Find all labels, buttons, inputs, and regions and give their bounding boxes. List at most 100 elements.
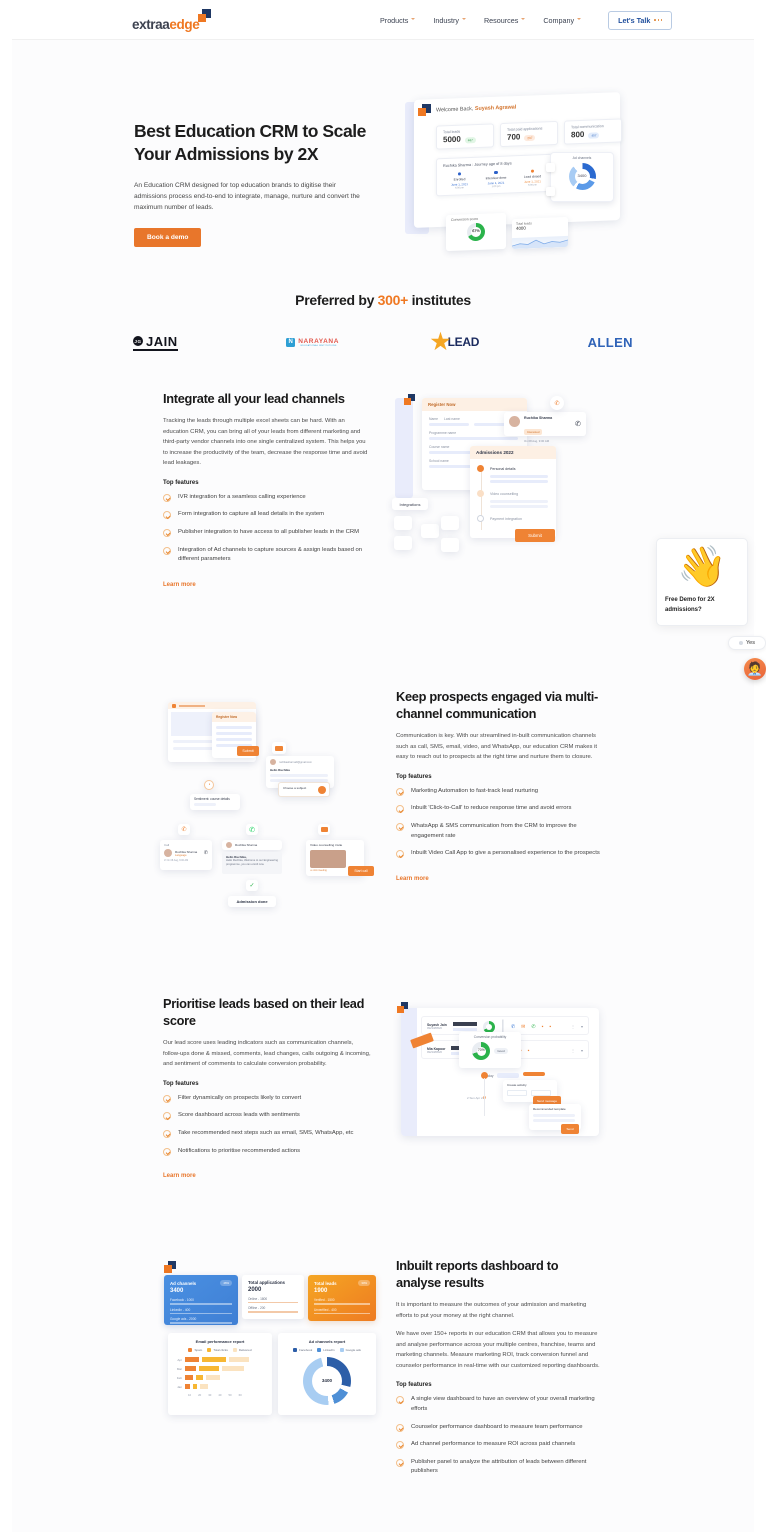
feature-list: Marketing Automation to fast-track lead … (396, 787, 604, 859)
integration-icon (441, 516, 459, 530)
nav-label: Industry (433, 15, 459, 25)
chart-legend: Facebook LinkedIn Google ads (284, 1348, 370, 1352)
lets-talk-button[interactable]: Let's Talk (608, 10, 673, 30)
more-icon[interactable]: ⋮ (571, 1048, 575, 1053)
phone-icon: ✆ (550, 396, 564, 410)
journey-step: Enrolled June 1, 2021 5:00 pm (443, 172, 476, 191)
check-icon (396, 850, 404, 859)
step-dot-icon (477, 515, 484, 522)
ad-channels-card: Ad channels 46% 3400 Facebook - 1000 Lin… (164, 1275, 238, 1325)
allen-label: ALLEN (587, 334, 633, 350)
send-button[interactable]: Send (561, 1124, 579, 1134)
preferred-count: 300+ (377, 292, 409, 308)
preferred-title-before: Preferred by (295, 292, 378, 308)
conversion-donut-chart: 67% (467, 222, 485, 242)
whatsapp-icon: ✆ (531, 1023, 536, 1030)
total-applications-card: Total applications 2000 Online - 1800 Of… (242, 1275, 304, 1319)
whatsapp-message: Hello Ruchika, Hello Ruchika, Welcome to… (222, 852, 282, 874)
feature-copy: Prioritise leads based on their lead sco… (163, 995, 371, 1182)
phone-icon: ✆ (178, 824, 190, 835)
narayana-label: NARAYANA (298, 337, 340, 345)
total-leads-value: 4000 (516, 225, 526, 231)
list-item: Counselor performance dashboard to measu… (396, 1423, 604, 1433)
status-badge: 46% (220, 1280, 232, 1286)
nav-item-products[interactable]: Products (380, 16, 416, 25)
ad-channels-card: Ad channels 3400 (546, 152, 614, 202)
chart-title: Ad channels report (308, 1339, 346, 1344)
journey-step: Lead closed June 1, 2021 6:00 pm (516, 169, 549, 188)
top-features-label: Top features (396, 773, 432, 780)
list-item: WhatsApp & SMS communication from the CR… (396, 822, 604, 841)
submit-button[interactable]: Submit (237, 746, 259, 756)
lead-score-mockup: Suyash Jain 9923489520 | ✆ ✉ ✆ ▪ ▪ ⋮ ▾ M… (393, 1000, 599, 1140)
sparkline-chart (512, 235, 568, 250)
chat-avatar-button[interactable]: 🧑‍💼 (744, 658, 766, 681)
phone-icon: ✆ (203, 850, 208, 856)
list-item: Inbuilt 'Click-to-Call' to reduce respon… (396, 804, 604, 814)
chevron-down-icon (521, 17, 526, 23)
journey-title: Ruchika Sharma : Journey age of 8 days (443, 161, 512, 169)
list-item: Score dashboard across leads with sentim… (163, 1111, 371, 1121)
landing-page: extraaedge Products Industry Resources C… (0, 0, 766, 1532)
chart-title: Email performance report (195, 1339, 245, 1344)
hero-section: Best Education CRM to Scale Your Admissi… (0, 40, 766, 260)
whatsapp-header: Ruchika Sharma (222, 840, 282, 850)
journey-dot-icon (494, 170, 498, 175)
chevron-down-icon (577, 17, 582, 23)
nav-item-company[interactable]: Company (543, 16, 582, 25)
nav-label: Products (380, 15, 409, 25)
check-icon (163, 546, 171, 555)
start-call-button[interactable]: Start call (348, 866, 374, 876)
lead-label: LEAD (447, 335, 480, 349)
integration-icon (441, 538, 459, 552)
journey-dot-icon (457, 172, 462, 176)
journey-step: Interview done June 1, 2021 1:00 pm (480, 170, 513, 189)
course-card: Choose a subject (278, 782, 330, 797)
metric-badge: 467 (464, 137, 476, 144)
step-dot-icon (477, 490, 484, 497)
reports-dashboard-mockup: Ad channels 46% 3400 Facebook - 1000 Lin… (160, 1259, 380, 1424)
star-icon: ★ (430, 329, 451, 354)
main-navigation: Products Industry Resources Company Let'… (380, 0, 673, 40)
integrations-label: Integrations (392, 498, 428, 510)
feature-section-lead-channels: Integrate all your lead channels Trackin… (0, 390, 766, 650)
video-icon (318, 824, 330, 835)
check-icon (396, 1441, 404, 1450)
probability-donut-chart: 70% (472, 1042, 491, 1060)
mock-logo-icon (397, 1002, 409, 1014)
ad-channels-title: Ad channels (572, 156, 592, 160)
feature-copy: Integrate all your lead channels Trackin… (163, 390, 371, 591)
chat-yes-button[interactable]: Yes (728, 636, 766, 651)
book-a-demo-button[interactable]: Book a demo (134, 227, 202, 247)
google-ads-icon (546, 163, 555, 172)
conversion-title: Conversion score (451, 216, 479, 222)
status-badge: 30% (358, 1280, 370, 1286)
more-icon[interactable]: ⋮ (571, 1024, 575, 1029)
learn-more-link[interactable]: Learn more (163, 1173, 196, 1179)
list-item: Notifications to prioritise recommended … (163, 1147, 371, 1157)
chevron-down-icon[interactable]: ▾ (581, 1024, 583, 1029)
submit-button[interactable]: Submit (515, 529, 555, 542)
whatsapp-icon: ✆ (246, 824, 258, 835)
check-icon (396, 1396, 404, 1405)
success-check-icon: ✓ (246, 880, 258, 891)
chevron-down-icon[interactable]: ▾ (581, 1048, 583, 1053)
feature-section-lead-score: Prioritise leads based on their lead sco… (0, 995, 766, 1215)
site-header: extraaedge Products Industry Resources C… (0, 0, 766, 40)
email-icon: ✉ (521, 1023, 526, 1030)
nav-item-resources[interactable]: Resources (484, 16, 526, 25)
nav-item-industry[interactable]: Industry (433, 16, 467, 25)
ad-channels-value: 3400 (577, 173, 587, 178)
form-title: Register Now (422, 398, 527, 411)
ad-channels-donut-chart: 3400 (303, 1357, 351, 1405)
list-item: Take recommended next steps such as emai… (163, 1129, 371, 1139)
check-icon (396, 823, 404, 832)
learn-more-link[interactable]: Learn more (163, 582, 196, 588)
admissions-title: Admissions 2022 (470, 446, 556, 459)
status-badge: Interested (524, 429, 543, 435)
logo[interactable]: extraaedge (132, 8, 212, 32)
check-icon (396, 1423, 404, 1432)
feature-paragraph: We have over 150+ reports in our educati… (396, 1331, 600, 1369)
learn-more-link[interactable]: Learn more (396, 876, 429, 882)
nav-label: Resources (483, 15, 519, 25)
